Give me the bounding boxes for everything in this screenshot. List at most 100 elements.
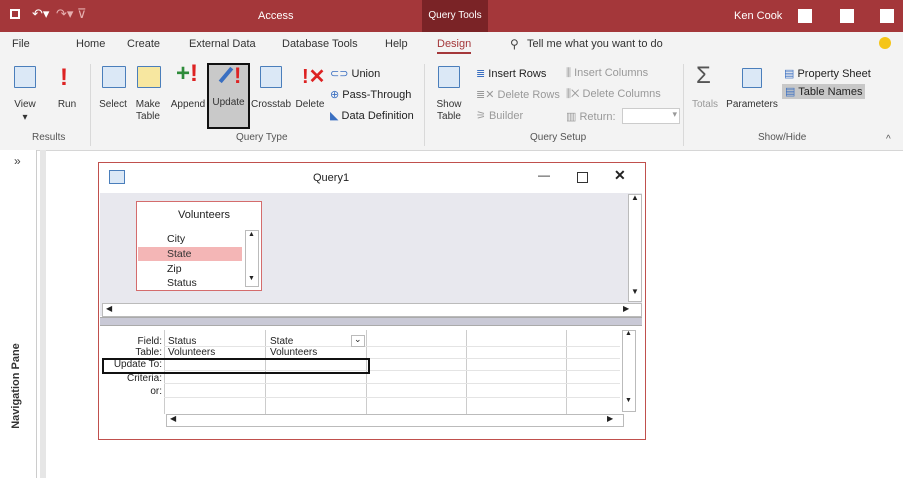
delete-columns-button[interactable]: ⫼✕ Delete Columns bbox=[566, 88, 661, 101]
tab-help[interactable]: Help bbox=[385, 38, 408, 50]
nav-pane-label[interactable]: Navigation Pane bbox=[10, 326, 22, 446]
select-button[interactable]: Select bbox=[96, 66, 130, 126]
parameters-label: Parameters bbox=[726, 99, 778, 110]
data-definition-icon: ◣ bbox=[330, 110, 339, 122]
builder-wand-icon: ⚞ bbox=[476, 110, 486, 122]
results-group-label: Results bbox=[32, 132, 66, 143]
grid-row-divider bbox=[164, 346, 620, 347]
grid-row-divider bbox=[164, 383, 620, 384]
tab-home[interactable]: Home bbox=[76, 38, 105, 50]
insert-columns-label: Insert Columns bbox=[574, 67, 649, 79]
tab-database-tools[interactable]: Database Tools bbox=[282, 38, 358, 50]
app-title: Access bbox=[258, 10, 294, 22]
builder-button[interactable]: ⚞ Builder bbox=[476, 109, 523, 122]
user-name[interactable]: Ken Cook bbox=[734, 10, 782, 22]
close-window-icon[interactable]: ✕ bbox=[614, 167, 626, 184]
vertical-scrollbar[interactable]: ▲ ▼ bbox=[628, 193, 642, 302]
scroll-up-icon[interactable]: ▲ bbox=[631, 193, 639, 202]
pass-through-button[interactable]: ⊕ Pass-Through bbox=[330, 88, 411, 101]
return-select[interactable]: ▾ bbox=[622, 108, 680, 124]
nav-pane-divider bbox=[40, 150, 46, 478]
field-dropdown[interactable]: ⌄ bbox=[351, 334, 365, 347]
grid-cell-table[interactable]: Volunteers bbox=[168, 347, 215, 358]
minimize-window-icon[interactable]: — bbox=[538, 168, 550, 182]
table-names-button[interactable]: ▤ Table Names bbox=[782, 84, 866, 99]
grid-horizontal-scrollbar[interactable]: ◀ ▶ bbox=[166, 414, 624, 427]
insert-rows-label: Insert Rows bbox=[488, 68, 547, 80]
scroll-down-icon[interactable]: ▼ bbox=[625, 397, 632, 404]
grid-cell-field[interactable]: Status bbox=[168, 336, 196, 347]
chevron-down-icon: ▾ bbox=[672, 109, 677, 119]
tab-create[interactable]: Create bbox=[127, 38, 160, 50]
tab-design[interactable]: Design bbox=[437, 38, 472, 54]
scroll-right-icon[interactable]: ▶ bbox=[607, 414, 613, 423]
tab-file[interactable]: File bbox=[12, 38, 30, 50]
scroll-left-icon[interactable]: ◀ bbox=[106, 304, 112, 313]
parameters-button[interactable]: Parameters bbox=[724, 66, 780, 126]
make-table-icon bbox=[137, 66, 161, 88]
field-city[interactable]: City bbox=[167, 233, 185, 245]
row-label-or: or: bbox=[150, 386, 162, 397]
undo-icon[interactable]: ↶▾ bbox=[32, 6, 49, 22]
account-icon[interactable] bbox=[798, 9, 812, 23]
make-table-button[interactable]: Make Table bbox=[132, 66, 164, 126]
scroll-left-icon[interactable]: ◀ bbox=[170, 414, 176, 423]
collapse-ribbon-icon[interactable]: ^ bbox=[886, 134, 891, 145]
crosstab-button[interactable]: Crosstab bbox=[250, 66, 292, 126]
builder-label: Builder bbox=[488, 110, 524, 122]
delete-x-icon: !✕ bbox=[302, 66, 326, 88]
run-button[interactable]: ! Run bbox=[52, 64, 82, 126]
field-list-title: Volunteers bbox=[178, 209, 230, 221]
delete-rows-button[interactable]: ≣✕ Delete Rows bbox=[476, 88, 560, 101]
show-table-button[interactable]: Show Table bbox=[432, 66, 466, 126]
view-button[interactable]: View ▾ bbox=[10, 66, 40, 128]
tab-external-data[interactable]: External Data bbox=[189, 38, 256, 50]
query-window-title: Query1 bbox=[313, 172, 350, 184]
ribbon-display-icon[interactable] bbox=[840, 9, 854, 23]
insert-rows-button[interactable]: ≣ Insert Rows bbox=[476, 67, 546, 80]
grid-vertical-scrollbar[interactable]: ▲ ▼ bbox=[622, 330, 636, 412]
tell-me-icon[interactable]: ⚲ bbox=[510, 37, 519, 51]
field-state[interactable]: State bbox=[167, 248, 192, 260]
scroll-up-icon[interactable]: ▲ bbox=[625, 330, 632, 337]
show-hide-group-label: Show/Hide bbox=[758, 132, 807, 143]
insert-columns-button[interactable]: ⫼ Insert Columns bbox=[566, 67, 648, 80]
return-label: ▥ Return: bbox=[566, 110, 616, 123]
scroll-down-icon[interactable]: ▼ bbox=[248, 275, 255, 282]
redo-icon: ↷▾ ⊽ bbox=[56, 6, 87, 21]
chevron-down-icon: ▾ bbox=[22, 112, 28, 123]
delete-button[interactable]: !✕ Delete bbox=[294, 66, 326, 126]
union-label: Union bbox=[351, 68, 381, 80]
append-button[interactable]: +! Append bbox=[170, 60, 206, 126]
union-button[interactable]: ⊂⊃ Union bbox=[330, 67, 380, 80]
totals-button[interactable]: Σ Totals bbox=[690, 62, 720, 126]
data-definition-label: Data Definition bbox=[341, 110, 414, 122]
field-status[interactable]: Status bbox=[167, 277, 197, 288]
query-type-group-label: Query Type bbox=[236, 132, 288, 143]
row-label-table: Table: bbox=[135, 347, 162, 358]
smiley-icon[interactable] bbox=[879, 37, 891, 49]
grid-cell-field[interactable]: State bbox=[270, 336, 293, 347]
update-button[interactable]: ! Update bbox=[207, 63, 250, 129]
run-label: Run bbox=[57, 99, 77, 110]
field-list-scrollbar[interactable]: ▲ ▼ bbox=[245, 230, 259, 287]
update-exclamation-icon: ! bbox=[234, 63, 242, 88]
horizontal-scrollbar[interactable]: ◀ ▶ bbox=[102, 303, 642, 317]
scroll-right-icon[interactable]: ▶ bbox=[623, 304, 629, 313]
tell-me-box[interactable]: Tell me what you want to do bbox=[527, 38, 663, 50]
grid-row-divider bbox=[164, 397, 620, 398]
grid-cell-table[interactable]: Volunteers bbox=[270, 347, 317, 358]
save-icon[interactable] bbox=[10, 9, 20, 19]
scroll-down-icon[interactable]: ▼ bbox=[631, 287, 639, 296]
row-label-criteria: Criteria: bbox=[126, 373, 162, 384]
nav-pane-toggle[interactable]: » bbox=[14, 154, 21, 168]
data-definition-button[interactable]: ◣ Data Definition bbox=[330, 109, 414, 122]
pane-splitter[interactable] bbox=[100, 317, 642, 326]
property-sheet-label: Property Sheet bbox=[797, 68, 871, 80]
update-label: Update bbox=[212, 97, 245, 108]
scroll-up-icon[interactable]: ▲ bbox=[248, 231, 255, 238]
minimize-icon[interactable] bbox=[880, 9, 894, 23]
property-sheet-button[interactable]: ▤ Property Sheet bbox=[784, 67, 871, 80]
field-zip[interactable]: Zip bbox=[167, 263, 182, 275]
maximize-window-icon[interactable] bbox=[577, 172, 588, 183]
